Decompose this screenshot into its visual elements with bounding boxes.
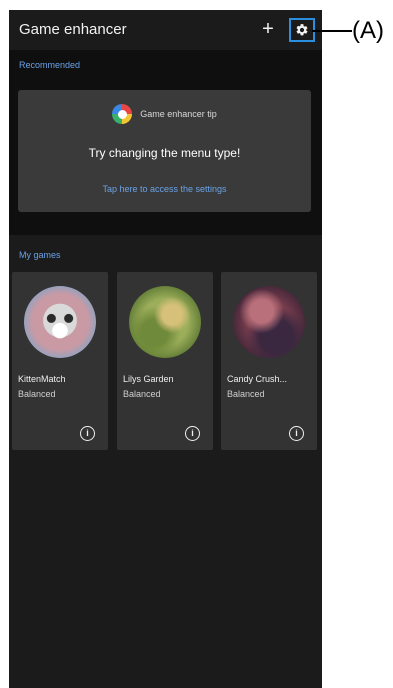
game-card-candy-crush[interactable]: Candy Crush... Balanced i (221, 272, 317, 450)
game-enhancer-logo-icon (112, 104, 133, 124)
candy-game-thumbnail (233, 286, 305, 358)
phone-screen: Game enhancer + Recommended Game enhance… (9, 10, 322, 688)
gear-icon (296, 24, 308, 36)
recommended-panel: Recommended Game enhancer tip Try changi… (9, 50, 322, 235)
info-icon[interactable]: i (289, 426, 304, 441)
kitten-game-thumbnail (24, 286, 96, 358)
game-name: KittenMatch (18, 374, 66, 384)
game-name: Candy Crush... (227, 374, 288, 384)
game-mode: Balanced (18, 389, 56, 399)
game-mode: Balanced (123, 389, 161, 399)
app-title: Game enhancer (19, 21, 127, 38)
tip-message: Try changing the menu type! (88, 146, 241, 160)
game-card-kittenmatch[interactable]: KittenMatch Balanced i (12, 272, 108, 450)
garden-game-thumbnail (129, 286, 201, 358)
recommended-label: Recommended (19, 60, 81, 70)
add-game-button[interactable]: + (259, 18, 277, 40)
settings-link[interactable]: Tap here to access the settings (18, 184, 311, 194)
app-bar: Game enhancer + (9, 10, 322, 50)
my-games-label: My games (19, 250, 61, 260)
tip-header: Game enhancer tip (18, 104, 311, 124)
info-icon[interactable]: i (185, 426, 200, 441)
callout-line (312, 30, 352, 32)
game-card-lilys-garden[interactable]: Lilys Garden Balanced i (117, 272, 213, 450)
game-mode: Balanced (227, 389, 265, 399)
callout-label: (A) (352, 17, 384, 44)
tip-card[interactable]: Game enhancer tip Try changing the menu … (18, 90, 311, 212)
games-list: KittenMatch Balanced i Lilys Garden Bala… (9, 272, 322, 452)
info-icon[interactable]: i (80, 426, 95, 441)
tip-title: Game enhancer tip (140, 109, 217, 119)
plus-icon: + (262, 18, 274, 40)
game-name: Lilys Garden (123, 374, 174, 384)
